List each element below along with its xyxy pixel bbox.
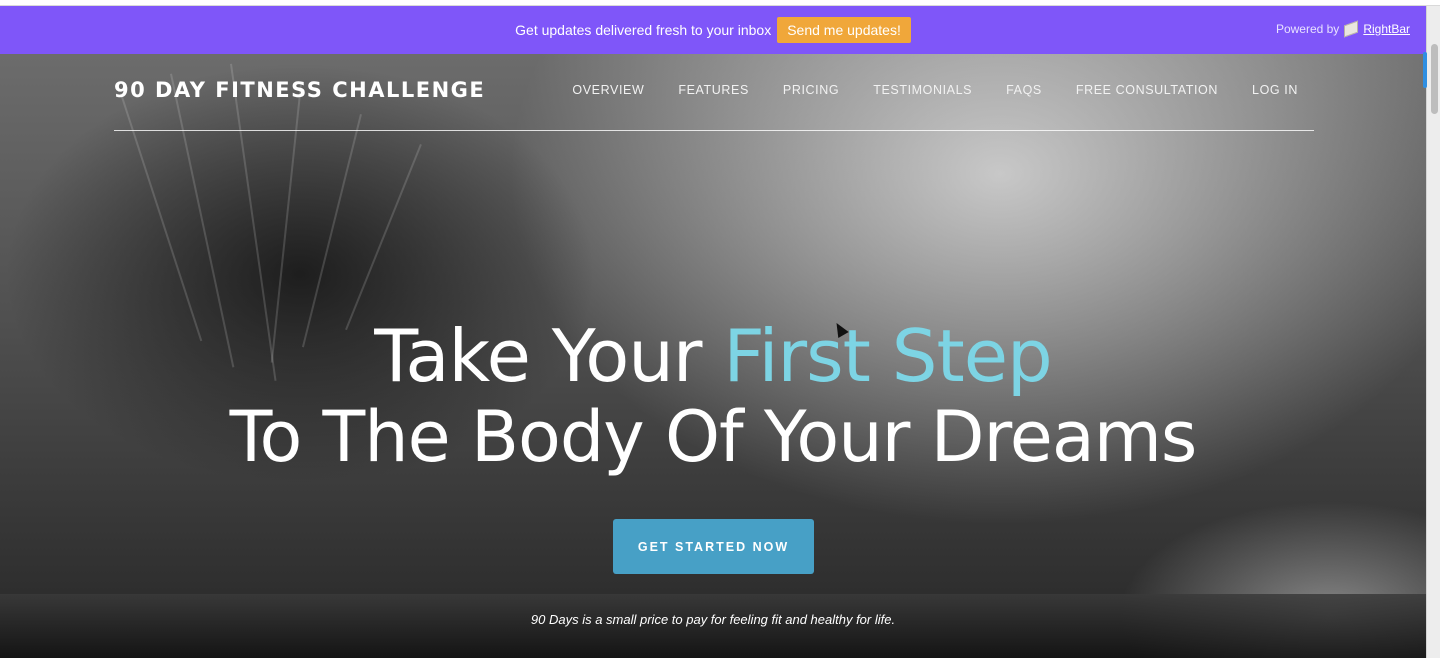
main-nav: 90 DAY FITNESS CHALLENGE OVERVIEW FEATUR… [114,54,1314,131]
nav-item-faqs[interactable]: FAQS [1006,83,1042,97]
nav-menu: OVERVIEW FEATURES PRICING TESTIMONIALS F… [572,83,1298,97]
site-brand[interactable]: 90 DAY FITNESS CHALLENGE [114,78,485,102]
rightbar-center: Get updates delivered fresh to your inbo… [0,6,1426,54]
get-started-button[interactable]: GET STARTED NOW [613,519,814,574]
headline-accent: First Step [723,314,1052,398]
powered-by: Powered by RightBar [1275,20,1410,38]
hero-headline-line2: To The Body Of Your Dreams [229,396,1198,478]
hero-headline-line1: Take Your First Step [0,314,1426,398]
rightbar-link[interactable]: RightBar [1363,22,1410,36]
scroll-indicator [1423,52,1427,88]
hero-section: 90 DAY FITNESS CHALLENGE OVERVIEW FEATUR… [0,54,1426,658]
nav-item-features[interactable]: FEATURES [678,83,749,97]
nav-item-pricing[interactable]: PRICING [783,83,839,97]
scrollbar-thumb[interactable] [1431,44,1438,114]
nav-item-testimonials[interactable]: TESTIMONIALS [873,83,972,97]
page-scrollbar[interactable] [1423,6,1440,658]
headline-prefix: Take Your [374,314,724,398]
background-hair-strand [345,144,422,331]
rightbar-message: Get updates delivered fresh to your inbo… [515,22,772,38]
nav-item-free-consultation[interactable]: FREE CONSULTATION [1076,83,1218,97]
rightbar-logo-icon [1344,20,1359,38]
nav-item-overview[interactable]: OVERVIEW [572,83,644,97]
rightbar-banner: Get updates delivered fresh to your inbo… [0,6,1426,54]
hero-tagline: 90 Days is a small price to pay for feel… [530,612,896,627]
powered-by-label: Powered by [1275,22,1340,36]
nav-item-log-in[interactable]: LOG IN [1252,83,1298,97]
send-updates-button[interactable]: Send me updates! [777,17,911,43]
